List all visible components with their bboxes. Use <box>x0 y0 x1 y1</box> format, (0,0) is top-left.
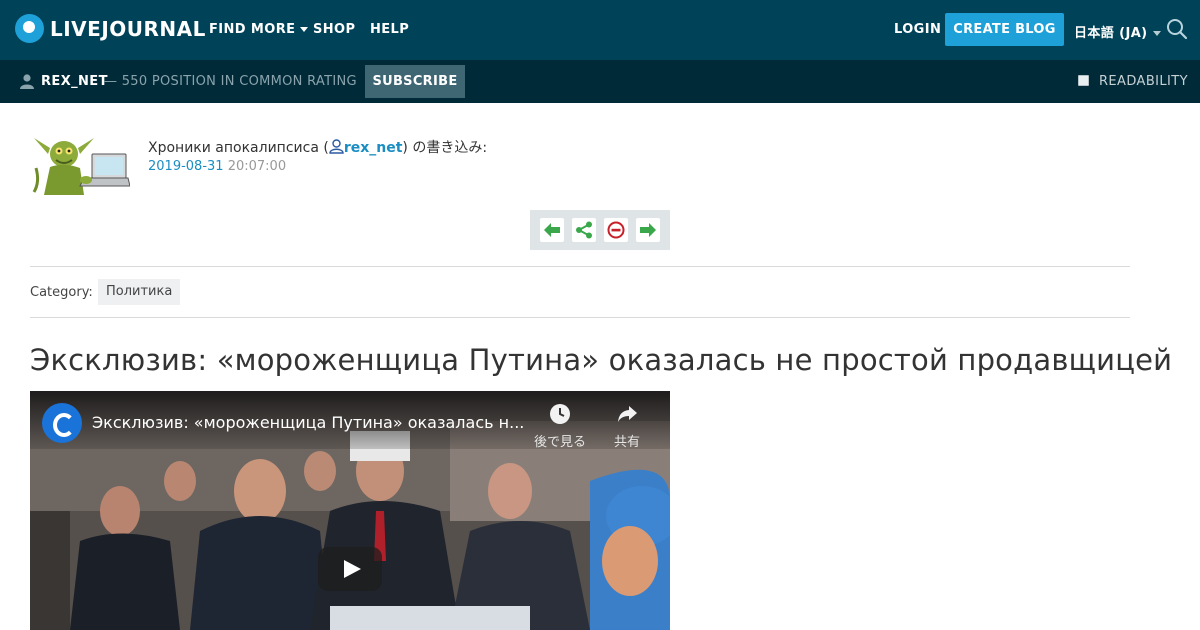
journal-name[interactable]: Хроники апокалипсиса ( <box>148 140 329 156</box>
journal-username[interactable]: REX_NET <box>41 74 108 89</box>
prev-arrow-icon <box>544 223 560 237</box>
create-blog-button[interactable]: CREATE BLOG <box>945 13 1064 46</box>
subscribe-button[interactable]: SUBSCRIBE <box>365 65 465 98</box>
divider <box>30 317 1130 318</box>
journal-line: Хроники апокалипсиса ( rex_net) の書き込み: <box>148 137 487 157</box>
user-icon[interactable] <box>329 139 344 154</box>
category-tag[interactable]: Политика <box>98 279 181 305</box>
nav-find-more[interactable]: FIND MORE <box>209 22 309 37</box>
next-entry-button[interactable] <box>636 218 660 242</box>
author-link[interactable]: rex_net <box>344 140 403 156</box>
block-icon <box>607 221 625 239</box>
chevron-down-icon <box>1152 31 1161 36</box>
post-datetime: 2019-08-31 20:07:00 <box>148 159 286 174</box>
nav-find-more-label: FIND MORE <box>209 22 296 37</box>
language-selector[interactable]: 日本語 (JA) <box>1074 22 1161 41</box>
nav-shop[interactable]: SHOP <box>313 22 355 37</box>
user-icon <box>20 74 34 89</box>
readability-checkbox[interactable] <box>1078 75 1089 86</box>
share-button[interactable] <box>572 218 596 242</box>
share-arrow-icon <box>618 406 637 422</box>
logo-text: LIVEJOURNAL <box>50 16 206 41</box>
readability-label[interactable]: READABILITY <box>1099 74 1188 89</box>
play-button[interactable] <box>318 547 382 591</box>
post-time: 20:07:00 <box>227 159 287 174</box>
video-share-button[interactable]: 共有 <box>614 403 640 450</box>
post-title: Эксклюзив: «мороженщица Путина» оказалас… <box>30 343 1173 377</box>
post-actions-toolbar <box>530 210 670 250</box>
chevron-down-icon <box>300 27 309 32</box>
share-icon <box>576 221 592 239</box>
language-label: 日本語 (JA) <box>1074 26 1148 41</box>
post-date[interactable]: 2019-08-31 <box>148 159 224 174</box>
journal-rating: — 550 POSITION IN COMMON RATING <box>104 74 357 89</box>
block-button[interactable] <box>604 218 628 242</box>
search-icon[interactable] <box>1166 18 1188 40</box>
livejournal-logo[interactable]: LIVEJOURNAL <box>15 14 206 43</box>
divider <box>30 266 1130 267</box>
clock-icon <box>550 404 570 424</box>
login-link[interactable]: LOGIN <box>894 22 941 37</box>
wrote-suffix: ) の書き込み: <box>402 140 488 156</box>
channel-logo[interactable] <box>42 403 82 443</box>
journal-avatar[interactable] <box>30 134 130 195</box>
previous-entry-button[interactable] <box>540 218 564 242</box>
video-title[interactable]: Эксклюзив: «мороженщица Путина» оказалас… <box>92 413 524 432</box>
next-arrow-icon <box>640 223 656 237</box>
livejournal-logo-icon <box>15 14 44 43</box>
watch-later-button[interactable]: 後で見る <box>534 403 586 450</box>
nav-help[interactable]: HELP <box>370 22 409 37</box>
video-share-label: 共有 <box>614 435 641 450</box>
watch-later-label: 後で見る <box>534 435 587 450</box>
category-label: Category: <box>30 285 93 300</box>
video-embed[interactable]: Эксклюзив: «мороженщица Путина» оказалас… <box>30 391 670 630</box>
